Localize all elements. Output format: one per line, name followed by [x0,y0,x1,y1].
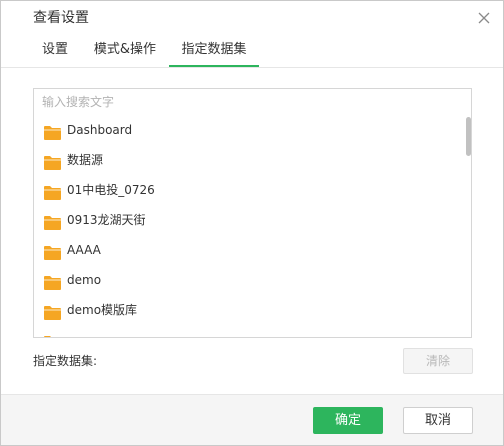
list-item-label: demo模版库 [67,303,138,317]
list-item[interactable] [34,325,464,337]
dataset-tree-list: Dashboard 数据源 01中电投_0726 0913龙湖天街 AAAA d… [33,115,472,338]
tab-bar: 设置 模式&操作 指定数据集 [1,36,503,68]
confirm-button[interactable]: 确定 [313,407,383,434]
search-box [33,88,472,116]
folder-icon [44,335,61,337]
dataset-tree-items: Dashboard 数据源 01中电投_0726 0913龙湖天街 AAAA d… [34,115,464,337]
folder-icon [44,215,61,230]
list-item[interactable]: demo [34,265,464,295]
list-item[interactable]: 01中电投_0726 [34,175,464,205]
list-item-label: 数据源 [67,153,104,167]
selected-dataset-label: 指定数据集: [33,354,98,368]
folder-icon [44,275,61,290]
list-item-label: demo [67,273,102,287]
folder-icon [44,245,61,260]
list-item[interactable]: 0913龙湖天街 [34,205,464,235]
list-item-label: 01中电投_0726 [67,183,155,197]
list-item-label: 0913龙湖天街 [67,213,146,227]
search-input[interactable] [34,89,471,115]
list-item[interactable]: 数据源 [34,145,464,175]
dialog-footer: 确定 取消 [1,394,503,445]
tab-settings[interactable]: 设置 [31,36,79,67]
folder-icon [44,305,61,320]
dialog-header: 查看设置 [1,1,503,36]
list-item[interactable]: demo模版库 [34,295,464,325]
list-item-label: Dashboard [67,123,133,137]
list-item[interactable]: Dashboard [34,115,464,145]
tab-specify-dataset[interactable]: 指定数据集 [169,36,259,67]
list-item-label: AAAA [67,243,101,257]
scrollbar-thumb[interactable] [466,117,471,156]
close-icon[interactable] [475,9,493,27]
cancel-button[interactable]: 取消 [403,407,473,434]
list-item[interactable]: AAAA [34,235,464,265]
folder-icon [44,185,61,200]
clear-button[interactable]: 清除 [403,348,473,374]
list-scrollbar[interactable] [464,115,471,337]
dialog-title: 查看设置 [33,10,89,26]
folder-icon [44,155,61,170]
folder-icon [44,125,61,140]
settings-dialog: 查看设置 设置 模式&操作 指定数据集 Dashboard 数据源 01中电 [0,0,504,446]
tab-mode-operation[interactable]: 模式&操作 [87,36,163,67]
